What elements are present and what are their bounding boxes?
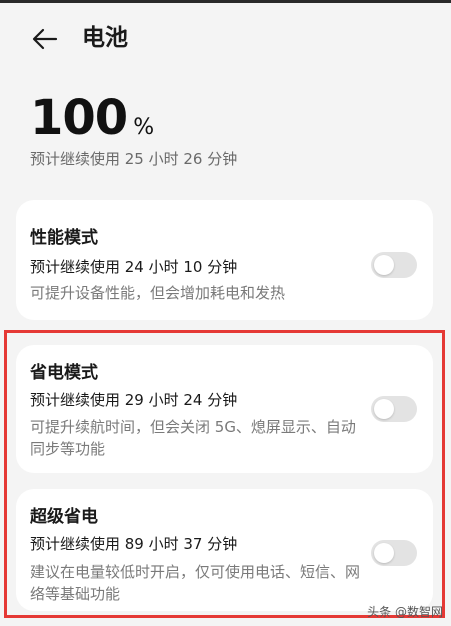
power-saving-mode-card[interactable]: 省电模式 预计继续使用 29 小时 24 分钟 可提升续航时间，但会关闭 5G、…	[16, 345, 433, 473]
toggle-knob	[374, 255, 394, 275]
toggle-knob	[374, 399, 394, 419]
ultra-power-saving-description: 建议在电量较低时开启，仅可使用电话、短信、网络等基础功能	[30, 563, 361, 603]
status-bar-edge	[0, 0, 451, 3]
watermark: 头条 @数智网	[367, 605, 443, 619]
performance-mode-card[interactable]: 性能模式 预计继续使用 24 小时 10 分钟 可提升设备性能，但会增加耗电和发…	[16, 200, 433, 320]
power-saving-mode-description: 可提升续航时间，但会关闭 5G、熄屏显示、自动同步等功能	[30, 418, 356, 458]
battery-remaining-time: 预计继续使用 25 小时 26 分钟	[30, 150, 238, 168]
ultra-power-saving-title: 超级省电	[30, 507, 98, 527]
header: 电池	[0, 18, 451, 58]
toggle-knob	[374, 543, 394, 563]
power-saving-mode-toggle[interactable]	[371, 396, 417, 422]
ultra-power-saving-toggle[interactable]	[371, 540, 417, 566]
performance-mode-estimate: 预计继续使用 24 小时 10 分钟	[30, 258, 238, 276]
arrow-left-icon	[32, 28, 58, 50]
ultra-power-saving-estimate: 预计继续使用 89 小时 37 分钟	[30, 535, 238, 553]
ultra-power-saving-card[interactable]: 超级省电 预计继续使用 89 小时 37 分钟 建议在电量较低时开启，仅可使用电…	[16, 489, 433, 611]
power-saving-mode-estimate: 预计继续使用 29 小时 24 分钟	[30, 391, 238, 409]
battery-percent-value: 100	[30, 90, 128, 146]
performance-mode-toggle[interactable]	[371, 252, 417, 278]
battery-percent-unit: %	[133, 115, 155, 140]
battery-level: 100 %	[30, 90, 154, 146]
page-title: 电池	[82, 25, 128, 51]
power-saving-mode-title: 省电模式	[30, 363, 98, 383]
performance-mode-title: 性能模式	[30, 228, 98, 248]
back-button[interactable]	[28, 24, 62, 54]
performance-mode-description: 可提升设备性能，但会增加耗电和发热	[30, 284, 286, 302]
